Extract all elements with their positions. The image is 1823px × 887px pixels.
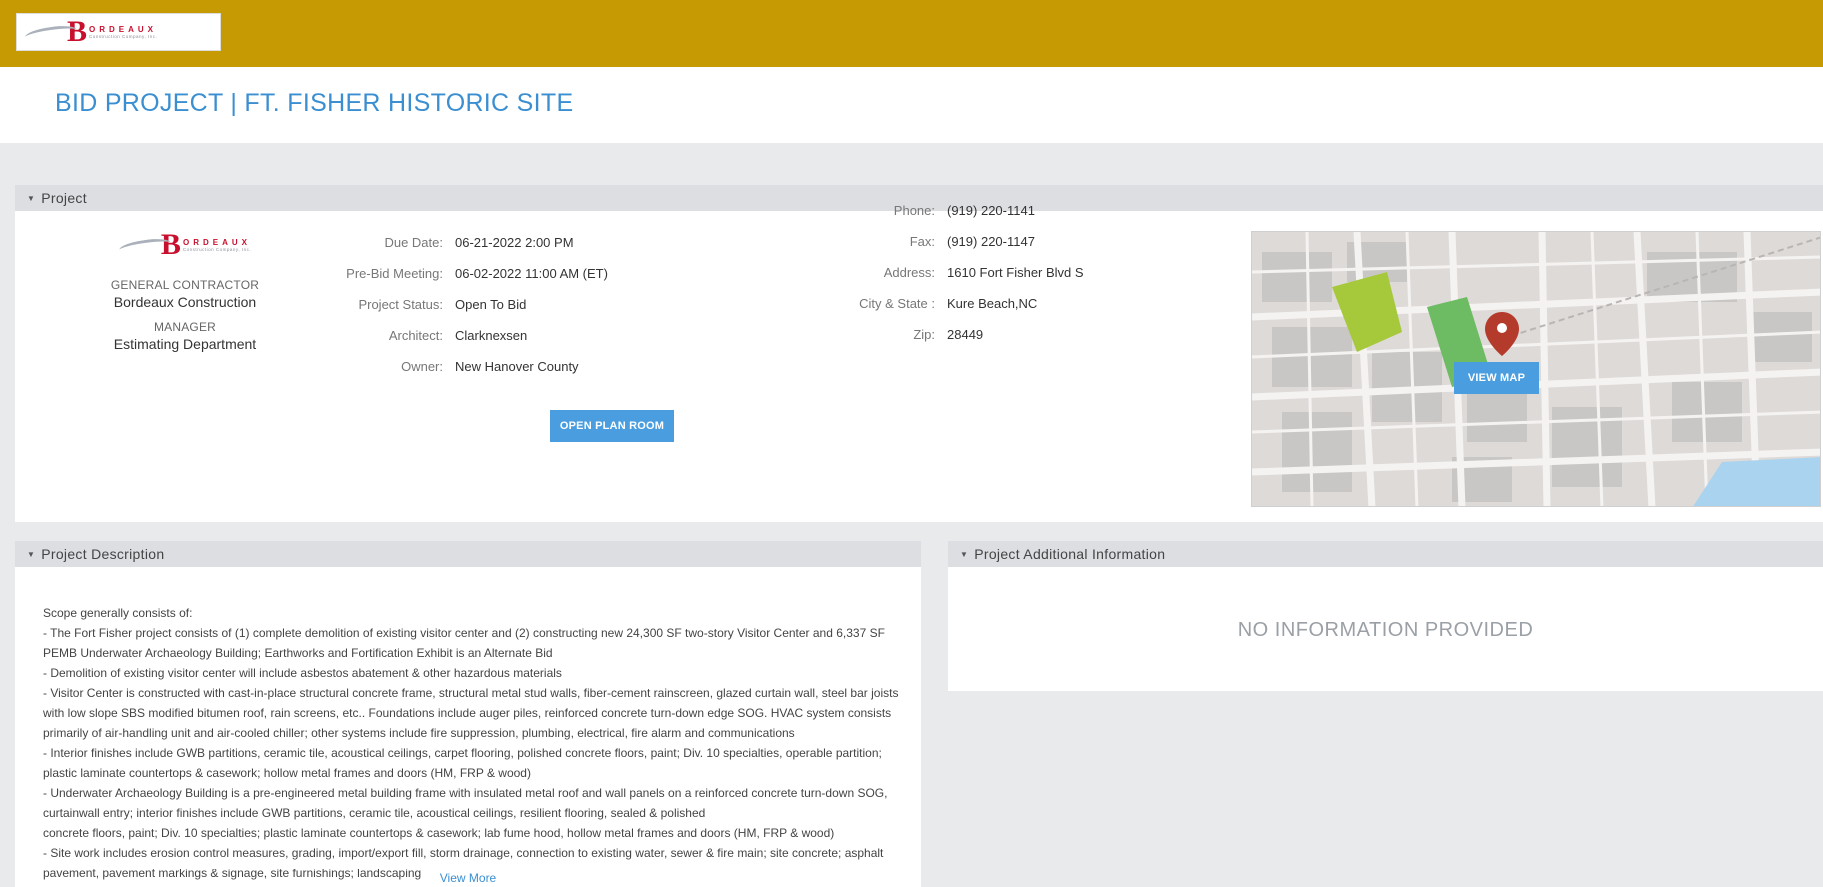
detail-row-pre-bid: Pre-Bid Meeting: 06-02-2022 11:00 AM (ET… [346,266,608,281]
contact-row-phone: Phone: (919) 220-1141 [893,203,1035,218]
logo-swoosh-icon [25,25,77,39]
detail-row-status: Project Status: Open To Bid [358,297,527,312]
contractor-info: B ORDEAUX Construction Company, Inc. GEN… [75,230,295,362]
brand-logo[interactable]: B ORDEAUX Construction Company, Inc. [16,13,221,51]
description-panel-title: Project Description [41,546,165,562]
title-bar: BID PROJECT | FT. FISHER HISTORIC SITE [0,67,1823,143]
detail-row-architect: Architect: Clarknexsen [388,328,528,343]
description-line: - The Fort Fisher project consists of (1… [43,626,885,660]
contact-row-city-state: City & State : Kure Beach,NC [859,296,1038,311]
description-line: Scope generally consists of: [43,606,193,620]
manager-label: MANAGER [153,320,217,334]
description-text: Scope generally consists of: - The Fort … [43,603,913,883]
logo-subtitle: Construction Company, Inc. [89,34,158,39]
detail-row-due-date: Due Date: 06-21-2022 2:00 PM [384,235,574,250]
logo-word: ORDEAUX [183,238,252,247]
location-map[interactable]: VIEW MAP [1251,231,1821,507]
collapse-caret-icon: ▼ [27,549,36,559]
project-additional-info-panel: ▼ Project Additional Information NO INFO… [948,541,1823,691]
manager-value: Estimating Department [113,336,257,352]
contact-row-zip: Zip: 28449 [913,327,984,342]
description-line: - Interior finishes include GWB partitio… [43,746,882,780]
logo-subtitle: Construction Company, Inc. [182,247,252,252]
view-more-link[interactable]: View More [15,871,921,885]
project-panel: ▼ Project B ORDEAUX Construction Company… [15,185,1823,522]
project-panel-title: Project [41,190,87,206]
view-map-button[interactable]: VIEW MAP [1454,362,1539,394]
description-panel-header[interactable]: ▼ Project Description [15,541,921,567]
description-line: - Demolition of existing visitor center … [43,666,562,680]
contact-row-address: Address: 1610 Fort Fisher Blvd S [883,265,1084,280]
detail-row-owner: Owner: New Hanover County [401,359,579,374]
open-plan-room-button[interactable]: OPEN PLAN ROOM [550,410,674,442]
collapse-caret-icon: ▼ [27,193,36,203]
project-description-panel: ▼ Project Description Scope generally co… [15,541,921,887]
additional-panel-header[interactable]: ▼ Project Additional Information [948,541,1823,567]
page-title: BID PROJECT | FT. FISHER HISTORIC SITE [55,89,574,117]
general-contractor-value: Bordeaux Construction [113,294,257,310]
logo-swoosh-icon [119,238,171,252]
description-line: - Visitor Center is constructed with cas… [43,686,899,740]
description-line: - Underwater Archaeology Building is a p… [43,786,888,820]
description-line: concrete floors, paint; Div. 10 specialt… [43,826,835,840]
no-information-text: NO INFORMATION PROVIDED [1237,619,1534,641]
logo-word: ORDEAUX [89,25,158,34]
top-header-bar: B ORDEAUX Construction Company, Inc. [0,0,1823,67]
project-details: Due Date: 06-21-2022 2:00 PM Pre-Bid Mee… [335,235,608,390]
project-contact: Phone: (919) 220-1141 Fax: (919) 220-114… [835,203,1084,358]
collapse-caret-icon: ▼ [960,549,969,559]
contractor-logo: B ORDEAUX Construction Company, Inc. [75,230,295,260]
contact-row-fax: Fax: (919) 220-1147 [909,234,1035,249]
general-contractor-label: GENERAL CONTRACTOR [110,278,260,292]
additional-panel-title: Project Additional Information [974,546,1166,562]
